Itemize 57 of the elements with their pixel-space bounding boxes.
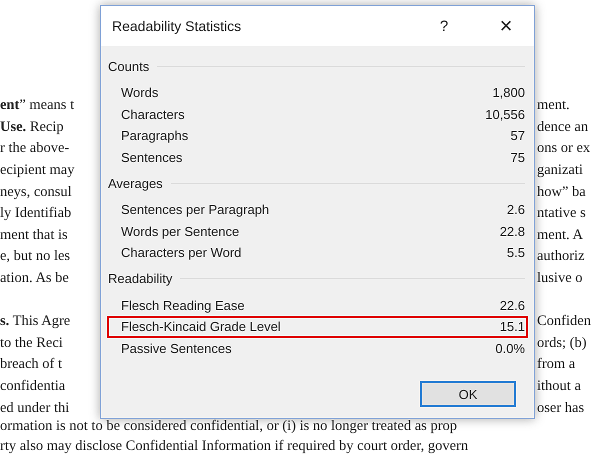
document-text: ent” means t — [0, 97, 76, 114]
stat-value: 5.5 — [506, 245, 525, 260]
section-heading: Readability — [108, 271, 172, 286]
stat-value: 15.1 — [500, 319, 525, 334]
stat-value: 0.0% — [495, 340, 525, 356]
stat-value: 2.6 — [506, 202, 525, 218]
stat-value: 22.8 — [500, 224, 525, 239]
stat-label: Characters — [121, 106, 185, 122]
stat-label: Characters per Word — [121, 245, 242, 260]
document-text: ithout a — [537, 378, 581, 396]
document-text: rty also may disclose Confidential Information if required by court order, govern — [0, 436, 470, 456]
document-text: e, but no les — [0, 248, 72, 266]
document-text: ed under thi — [0, 400, 70, 417]
document-text: ly Identifiab — [0, 205, 72, 222]
stat-label: Paragraphs — [121, 128, 188, 144]
stat-label: Words — [121, 85, 158, 100]
document-text: ation. As be — [0, 270, 70, 288]
stat-label: Passive Sentences — [121, 340, 232, 356]
document-text: ormation is not to be considered confidential, or (i) is no longer treated as prop — [0, 416, 458, 436]
stat-value: 10,556 — [485, 106, 525, 122]
document-text: to the Reci — [0, 334, 64, 352]
stat-value: 57 — [510, 128, 525, 144]
document-text: ords; (b) — [537, 334, 587, 352]
ok-button[interactable]: OK — [420, 381, 516, 407]
document-text: how” ba — [537, 184, 586, 201]
document-text: breach of t — [0, 356, 63, 374]
stat-label: Sentences per Paragraph — [121, 202, 270, 218]
document-text: neys, consul — [0, 184, 73, 201]
document-text: lusive o — [537, 270, 583, 288]
document-text: ecipient may — [0, 162, 76, 180]
document-text: Confiden — [537, 313, 591, 330]
document-text: ment. — [537, 97, 570, 114]
stat-value: 22.6 — [500, 298, 525, 313]
stat-label: Flesch Reading Ease — [121, 298, 245, 313]
stat-value: 75 — [510, 150, 525, 165]
document-text: s. This Agre — [0, 313, 72, 330]
stat-value: 1,800 — [492, 85, 525, 100]
document-text: ntative s — [537, 205, 586, 222]
document-text: ons or ex — [537, 140, 590, 158]
stat-label: Words per Sentence — [121, 224, 240, 239]
stat-label: Sentences — [121, 150, 182, 165]
dialog-title: Readability Statistics — [112, 18, 242, 34]
document-text: Use. Recip — [0, 118, 65, 136]
document-text: ment. A — [537, 226, 583, 244]
document-text: r the above- — [0, 140, 70, 158]
document-text: ganizati — [537, 162, 583, 180]
document-text: confidentia — [0, 378, 66, 396]
document-text: oser has — [537, 400, 584, 417]
close-button[interactable]: × — [496, 13, 516, 39]
section-heading: Averages — [108, 176, 163, 190]
stat-label: Flesch-Kincaid Grade Level — [121, 319, 281, 334]
document-text: authoriz — [537, 248, 585, 266]
document-text: from a — [537, 356, 576, 374]
document-text: dence an — [537, 118, 588, 136]
document-text: ment that is — [0, 226, 69, 244]
section-heading: Counts — [108, 58, 150, 74]
help-button[interactable]: ? — [434, 18, 454, 34]
